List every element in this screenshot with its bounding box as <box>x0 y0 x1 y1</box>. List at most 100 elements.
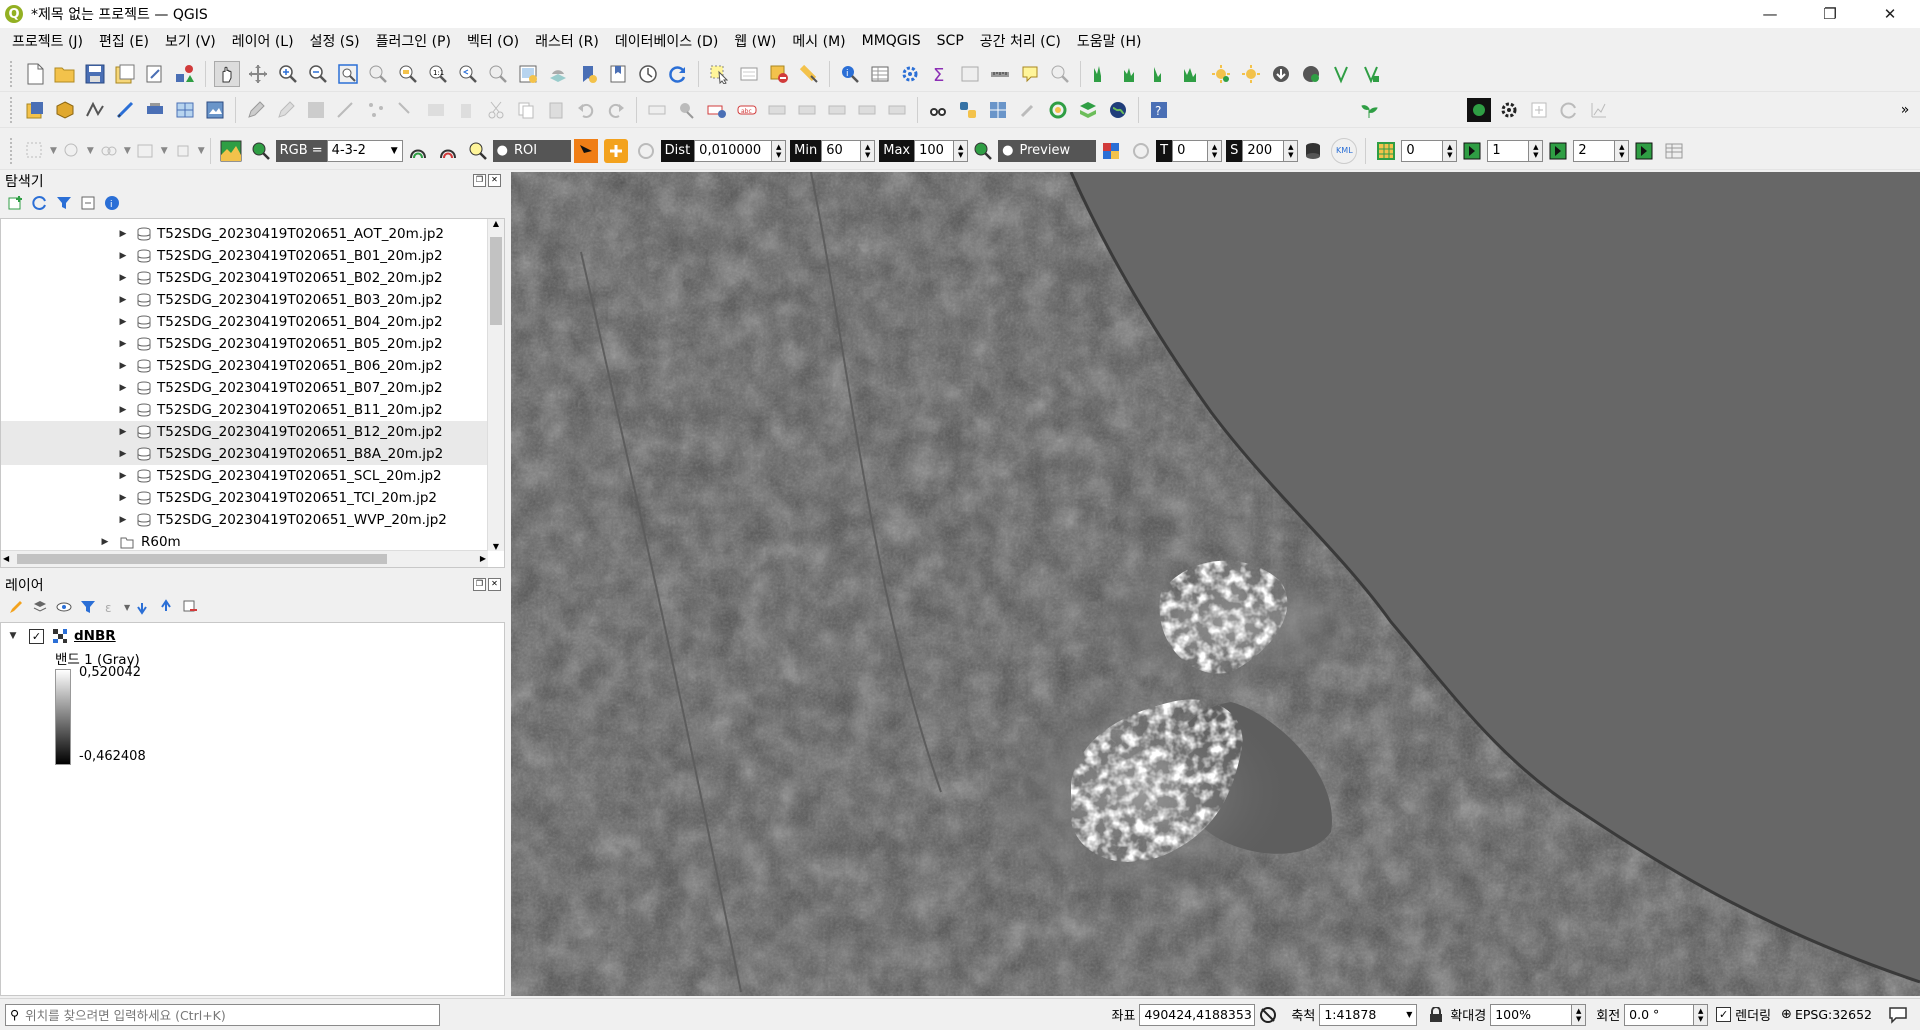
save-edits-icon[interactable] <box>304 98 328 122</box>
expand-arrow-icon[interactable]: ▶ <box>117 229 129 239</box>
browser-item[interactable]: ▶ T52SDG_20230419T020651_B05_20m.jp2 <box>1 333 488 355</box>
scp-zoom-roi-icon[interactable] <box>466 139 490 163</box>
scp-chart-icon[interactable] <box>1587 98 1611 122</box>
attribute-table-icon[interactable] <box>868 62 892 86</box>
menu-layer[interactable]: 레이어 (L) <box>224 31 302 51</box>
float-panel-icon[interactable]: ❐ <box>473 174 486 187</box>
magnifier-input[interactable]: 100% <box>1490 1003 1573 1026</box>
paste-icon[interactable] <box>544 98 568 122</box>
temporal-controller-icon[interactable] <box>636 62 660 86</box>
expand-arrow-icon[interactable]: ▶ <box>99 537 111 547</box>
label-abc-alt-icon[interactable]: abc <box>735 98 759 122</box>
map-tips-icon[interactable] <box>1018 62 1042 86</box>
expand-arrow-icon[interactable]: ▶ <box>117 471 129 481</box>
new-geopackage-icon[interactable] <box>53 98 77 122</box>
lock-scale-icon[interactable] <box>1427 1003 1445 1027</box>
filter-browser-icon[interactable] <box>55 191 73 215</box>
digitize-vertex-icon[interactable] <box>83 98 107 122</box>
save-project-icon[interactable] <box>83 62 107 86</box>
render-checkbox[interactable]: ✓ <box>1716 1007 1732 1022</box>
new-3d-view-icon[interactable] <box>546 62 570 86</box>
scp-grid-icon[interactable] <box>1374 139 1398 163</box>
scp-zoom-image-icon[interactable] <box>249 139 273 163</box>
scp-database-icon[interactable] <box>1301 139 1325 163</box>
processing-toolbox-icon[interactable] <box>898 62 922 86</box>
map-canvas[interactable] <box>511 172 1920 996</box>
expand-arrow-icon[interactable]: ▶ <box>117 405 129 415</box>
browser-item[interactable]: ▶ T52SDG_20230419T020651_WVP_20m.jp2 <box>1 509 488 531</box>
measure-area-icon[interactable] <box>958 62 982 86</box>
add-wms-icon[interactable] <box>173 98 197 122</box>
scp-plugin-icon[interactable] <box>171 139 195 163</box>
locator-search-input[interactable]: ⚲ 위치를 찾으려면 입력하세요 (Ctrl+K) <box>5 1003 440 1026</box>
move-feature-icon[interactable] <box>394 98 418 122</box>
browser-vertical-scrollbar[interactable]: ▲ ▼ <box>487 219 504 551</box>
undo-icon[interactable] <box>574 98 598 122</box>
properties-info-icon[interactable]: i <box>103 191 121 215</box>
browser-item[interactable]: ▶ T52SDG_20230419T020651_B03_20m.jp2 <box>1 289 488 311</box>
expand-arrow-icon[interactable]: ▶ <box>117 383 129 393</box>
style-manager-icon[interactable] <box>173 62 197 86</box>
minimize-button[interactable]: — <box>1740 0 1800 28</box>
menu-view[interactable]: 보기 (V) <box>157 31 224 51</box>
scp-band-calc-icon[interactable] <box>1119 62 1143 86</box>
zoom-full-icon[interactable] <box>336 62 360 86</box>
menu-vector[interactable]: 벡터 (O) <box>459 31 527 51</box>
rotation-input[interactable]: 0.0 ° <box>1624 1003 1695 1026</box>
scp-field1-spinner[interactable]: ▲ ▼ <box>1443 139 1458 162</box>
scp-spectral-icon[interactable] <box>1149 62 1173 86</box>
move-label-icon[interactable] <box>795 98 819 122</box>
add-group-icon[interactable] <box>31 595 49 619</box>
layer-styling-icon[interactable] <box>7 595 25 619</box>
current-edits-icon[interactable] <box>274 98 298 122</box>
menu-mesh[interactable]: 메시 (M) <box>784 31 853 51</box>
vertex-tool-icon[interactable] <box>364 98 388 122</box>
scp-download-icon[interactable] <box>1269 62 1293 86</box>
cut-icon[interactable] <box>484 98 508 122</box>
browser-item[interactable]: ▶ T52SDG_20230419T020651_SCL_20m.jp2 <box>1 465 488 487</box>
pan-to-selection-icon[interactable] <box>246 62 270 86</box>
collapse-all-layers-icon[interactable] <box>157 595 175 619</box>
expand-all-icon[interactable] <box>133 595 151 619</box>
show-bookmarks-icon[interactable] <box>606 62 630 86</box>
zoom-in-icon[interactable] <box>276 62 300 86</box>
scp-reload-icon[interactable] <box>1557 98 1581 122</box>
scp-redo-preview-icon[interactable] <box>1129 139 1153 163</box>
scp-globe-icon[interactable] <box>1299 62 1323 86</box>
scp-rgb-combo[interactable]: 4-3-2 ▼ <box>326 139 403 162</box>
scp-add-icon[interactable] <box>1527 98 1551 122</box>
collapse-arrow-icon[interactable]: ▼ <box>7 631 19 641</box>
browser-item[interactable]: ▶ T52SDG_20230419T020651_TCI_20m.jp2 <box>1 487 488 509</box>
crs-button[interactable]: EPSG:32652 <box>1795 1007 1872 1022</box>
menu-project[interactable]: 프로젝트 (J) <box>4 31 91 51</box>
pin-label-icon[interactable] <box>675 98 699 122</box>
expand-arrow-icon[interactable]: ▶ <box>117 493 129 503</box>
scp-s-spinner[interactable]: ▲ ▼ <box>1284 139 1299 162</box>
filter-legend-icon[interactable] <box>79 595 97 619</box>
close-panel-icon[interactable]: ✕ <box>488 174 501 187</box>
zoom-out-icon[interactable] <box>306 62 330 86</box>
print-layout-icon[interactable] <box>143 62 167 86</box>
statistics-icon[interactable]: Σ <box>928 62 952 86</box>
scroll-thumb[interactable] <box>17 554 387 564</box>
help-contents-icon[interactable]: ? <box>1147 98 1171 122</box>
toolbar-overflow-icon[interactable]: » <box>1893 98 1917 122</box>
browser-item[interactable]: ▶ T52SDG_20230419T020651_B12_20m.jp2 <box>1 421 488 443</box>
sync-icon[interactable] <box>1046 98 1070 122</box>
tools-icon[interactable] <box>1016 98 1040 122</box>
scp-dock-icon[interactable] <box>1467 97 1491 122</box>
scp-roi-tool-icon[interactable] <box>23 139 47 163</box>
new-map-view-icon[interactable] <box>516 62 540 86</box>
expand-arrow-icon[interactable]: ▶ <box>117 339 129 349</box>
bookmark-icon[interactable] <box>576 62 600 86</box>
new-project-icon[interactable] <box>23 62 47 86</box>
expand-arrow-icon[interactable]: ▶ <box>117 295 129 305</box>
dropdown-arrow-icon[interactable]: ▼ <box>161 146 168 156</box>
browser-item[interactable]: ▶ T52SDG_20230419T020651_B8A_20m.jp2 <box>1 443 488 465</box>
close-button[interactable]: ✕ <box>1860 0 1920 28</box>
menu-settings[interactable]: 설정 (S) <box>302 31 368 51</box>
menu-scp[interactable]: SCP <box>929 33 972 49</box>
layers-stack-icon[interactable] <box>1076 98 1100 122</box>
browser-item[interactable]: ▶ T52SDG_20230419T020651_B07_20m.jp2 <box>1 377 488 399</box>
scp-histogram-icon[interactable] <box>1089 62 1113 86</box>
